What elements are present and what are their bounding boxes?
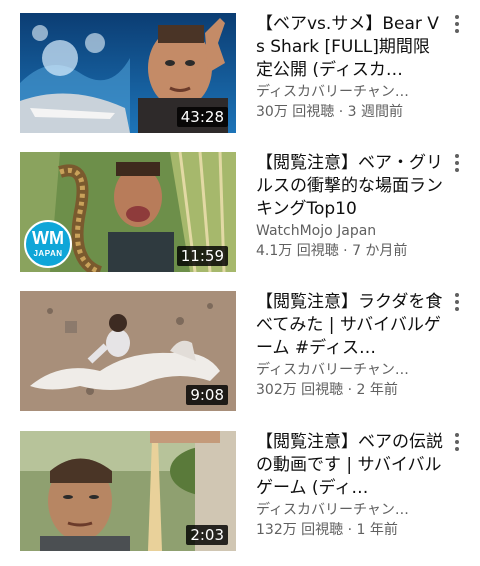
video-item[interactable]: 2:03 【閲覧注意】ベアの伝説の動画です | サバイバルゲーム (ディ… ディ… [0,431,480,551]
video-info: 【ベアvs.サメ】Bear Vs Shark [FULL]期間限定公開 (ディス… [256,13,444,122]
logo-main-text: WM [32,228,64,248]
more-vert-icon[interactable] [452,293,462,315]
channel-name[interactable]: WatchMojo Japan [256,221,444,241]
more-vert-icon[interactable] [452,433,462,455]
video-title[interactable]: 【ベアvs.サメ】Bear Vs Shark [FULL]期間限定公開 (ディス… [256,13,444,82]
video-title[interactable]: 【閲覧注意】ベアの伝説の動画です | サバイバルゲーム (ディ… [256,431,444,500]
more-vert-icon[interactable] [452,154,462,176]
channel-name[interactable]: ディスカバリーチャン… [256,82,444,102]
video-stats: 302万 回視聴 · 2 年前 [256,382,398,398]
video-list: 43:28 【ベアvs.サメ】Bear Vs Shark [FULL]期間限定公… [0,0,480,566]
channel-name[interactable]: ディスカバリーチャン… [256,360,444,380]
video-thumbnail[interactable]: WM JAPAN 11:59 [20,152,236,272]
video-duration: 2:03 [186,525,228,545]
channel-name[interactable]: ディスカバリーチャン… [256,500,444,520]
video-stats: 30万 回視聴 · 3 週間前 [256,104,403,120]
video-duration: 11:59 [176,246,228,266]
logo-sub-text: JAPAN [33,249,63,258]
video-item[interactable]: 9:08 【閲覧注意】ラクダを食べてみた | サバイバルゲーム #ディス… ディ… [0,291,480,411]
video-info: 【閲覧注意】ベア・グリルスの衝撃的な場面ランキングTop10 WatchMojo… [256,152,444,261]
video-item[interactable]: WM JAPAN 11:59 【閲覧注意】ベア・グリルスの衝撃的な場面ランキング… [0,152,480,272]
video-item[interactable]: 43:28 【ベアvs.サメ】Bear Vs Shark [FULL]期間限定公… [0,13,480,133]
video-thumbnail[interactable]: 2:03 [20,431,236,551]
video-thumbnail[interactable]: 9:08 [20,291,236,411]
video-stats: 132万 回視聴 · 1 年前 [256,522,398,538]
video-title[interactable]: 【閲覧注意】ラクダを食べてみた | サバイバルゲーム #ディス… [256,291,444,360]
video-info: 【閲覧注意】ベアの伝説の動画です | サバイバルゲーム (ディ… ディスカバリー… [256,431,444,540]
video-duration: 43:28 [176,107,228,127]
more-vert-icon[interactable] [452,15,462,37]
video-stats: 4.1万 回視聴 · 7 か月前 [256,243,408,259]
video-thumbnail[interactable]: 43:28 [20,13,236,133]
video-info: 【閲覧注意】ラクダを食べてみた | サバイバルゲーム #ディス… ディスカバリー… [256,291,444,400]
video-title[interactable]: 【閲覧注意】ベア・グリルスの衝撃的な場面ランキングTop10 [256,152,444,221]
video-duration: 9:08 [186,385,228,405]
watchmojo-logo: WM JAPAN [24,220,72,268]
